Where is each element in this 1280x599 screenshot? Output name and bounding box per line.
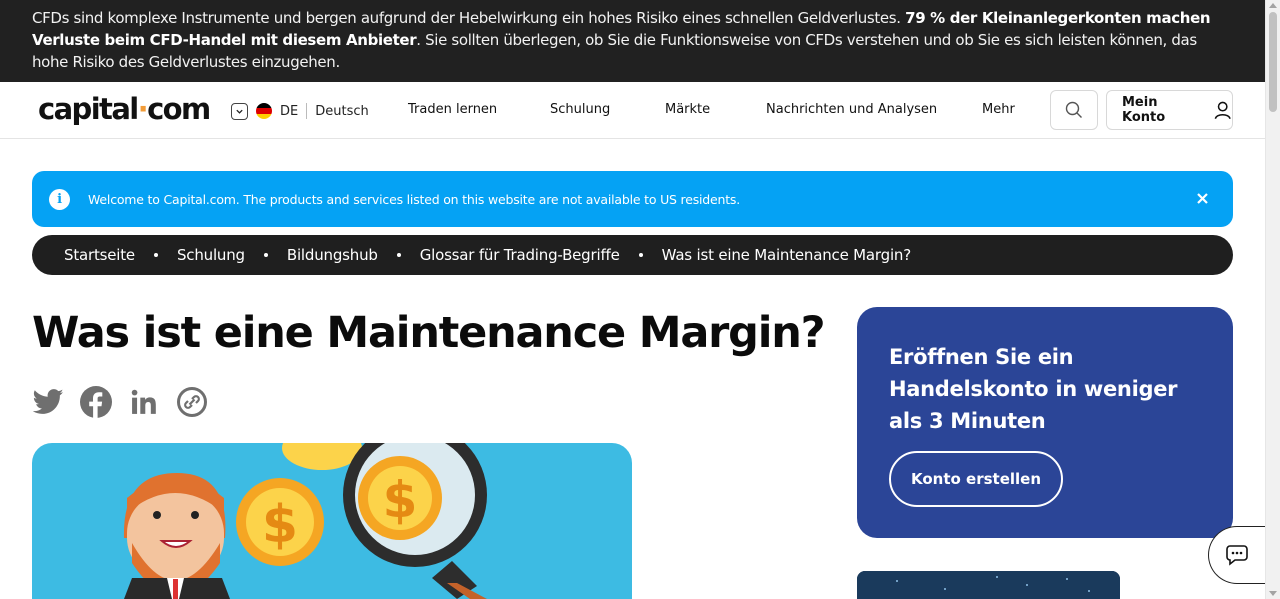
language-selector[interactable]: DE Deutsch — [231, 101, 369, 121]
breadcrumb-item-bildungshub[interactable]: Bildungshub — [287, 246, 378, 264]
breadcrumb-item-current: Was ist eine Maintenance Margin? — [661, 246, 912, 264]
chevron-down-icon — [231, 102, 248, 120]
article-hero-image: $ $ — [32, 443, 632, 599]
breadcrumb-separator — [263, 253, 268, 257]
signup-card: Eröffnen Sie ein Handelskonto in weniger… — [857, 307, 1233, 538]
breadcrumb-separator — [638, 253, 643, 257]
nav-maerkte[interactable]: Märkte — [665, 102, 710, 117]
create-account-button[interactable]: Konto erstellen — [889, 451, 1063, 507]
main-navbar: capital·com DE Deutsch Traden lernen Sch… — [0, 82, 1265, 139]
copy-link-icon[interactable] — [176, 385, 208, 419]
us-residents-notice: i Welcome to Capital.com. The products a… — [32, 171, 1233, 227]
notice-text: Welcome to Capital.com. The products and… — [88, 191, 741, 207]
promo-card-image — [857, 571, 1120, 599]
breadcrumb-item-glossar[interactable]: Glossar für Trading-Begriffe — [420, 246, 620, 264]
nav-mehr[interactable]: Mehr — [982, 102, 1015, 117]
search-icon — [1065, 101, 1082, 118]
scroll-down-arrow-icon[interactable] — [1269, 591, 1277, 596]
logo-text-suffix: com — [147, 92, 211, 126]
account-label: Mein Konto — [1122, 95, 1166, 125]
info-icon: i — [49, 188, 70, 210]
germany-flag-icon — [256, 103, 272, 119]
divider — [306, 103, 308, 119]
breadcrumb-item-startseite[interactable]: Startseite — [64, 246, 135, 264]
facebook-icon[interactable] — [80, 385, 112, 419]
svg-text:$: $ — [383, 471, 418, 529]
search-button[interactable] — [1050, 90, 1098, 130]
chat-widget-button[interactable] — [1208, 526, 1268, 584]
linkedin-icon[interactable] — [128, 385, 160, 419]
breadcrumb-separator — [153, 253, 158, 257]
language-name: Deutsch — [315, 103, 369, 119]
nav-nachrichten-analysen[interactable]: Nachrichten und Analysen — [766, 102, 937, 117]
scroll-up-arrow-icon[interactable] — [1269, 3, 1277, 8]
nav-schulung[interactable]: Schulung — [550, 102, 610, 117]
chat-bubble-icon — [1226, 545, 1248, 566]
scrollbar-thumb[interactable] — [1269, 12, 1277, 112]
social-share-bar — [32, 385, 224, 419]
signup-card-heading: Eröffnen Sie ein Handelskonto in weniger… — [889, 345, 1178, 433]
user-icon — [1214, 101, 1231, 120]
close-icon[interactable] — [1192, 188, 1212, 208]
my-account-button[interactable]: Mein Konto — [1106, 90, 1233, 130]
breadcrumb-item-schulung[interactable]: Schulung — [177, 246, 245, 264]
svg-text:$: $ — [262, 495, 298, 555]
nav-traden-lernen[interactable]: Traden lernen — [408, 102, 497, 117]
breadcrumb-separator — [396, 253, 401, 257]
risk-text: CFDs sind komplexe Instrumente und berge… — [32, 9, 906, 27]
twitter-icon[interactable] — [32, 385, 64, 419]
logo-dot: · — [137, 92, 149, 126]
risk-warning-banner: CFDs sind komplexe Instrumente und berge… — [0, 0, 1265, 82]
logo-text: capital — [38, 92, 139, 126]
breadcrumb: Startseite Schulung Bildungshub Glossar … — [32, 235, 1233, 275]
logo[interactable]: capital·com — [38, 92, 211, 126]
page-title: Was ist eine Maintenance Margin? — [32, 308, 826, 358]
trader-with-coins-illustration: $ $ — [123, 443, 487, 599]
language-code: DE — [280, 103, 299, 119]
page-scrollbar[interactable] — [1265, 0, 1280, 599]
